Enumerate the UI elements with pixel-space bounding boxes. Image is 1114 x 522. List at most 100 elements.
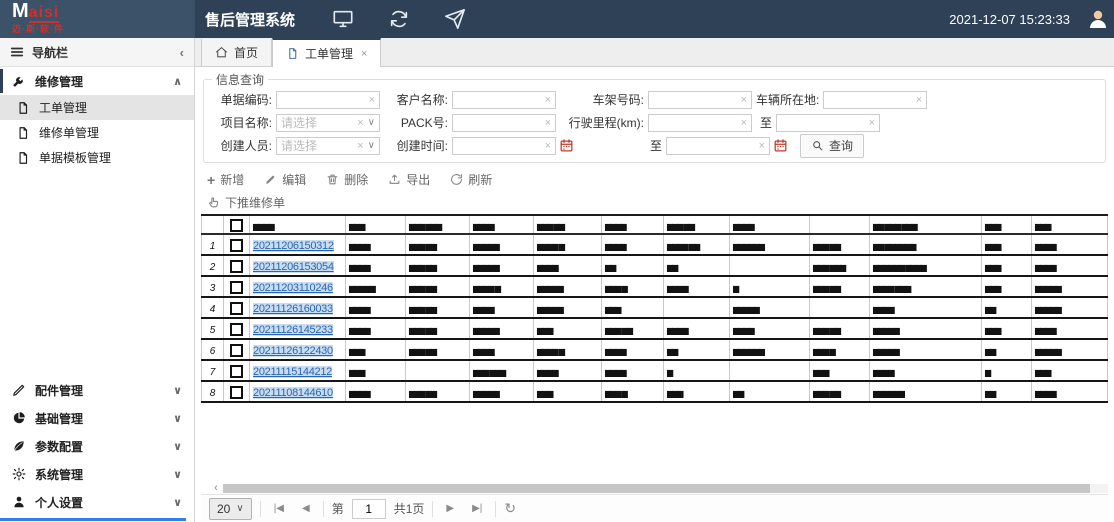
clear-icon[interactable]: ×	[869, 117, 875, 129]
redacted-text: ▆▆▆▆ ▆	[537, 347, 564, 356]
order-link[interactable]: 20211108144610	[253, 387, 333, 399]
table-cell: ▆▆▆▆	[870, 360, 982, 381]
user-avatar-icon[interactable]	[1086, 7, 1110, 31]
tab-work-order-management[interactable]: 工单管理×	[272, 38, 381, 67]
project-name-input[interactable]: 请选择×∨	[276, 114, 380, 132]
sidebar-item-repair-order-management[interactable]: 维修单管理	[0, 120, 194, 145]
sidebar-item-label: 参数配置	[35, 438, 83, 455]
query-button[interactable]: 查询	[800, 134, 864, 158]
order-code-input[interactable]: ×	[276, 91, 380, 109]
next-page-button[interactable]: ▶	[441, 503, 459, 514]
scroll-left-icon[interactable]: ‹	[209, 483, 223, 493]
clear-icon[interactable]: ×	[357, 117, 363, 129]
delete-button[interactable]: 删除	[326, 171, 368, 188]
sidebar-group-parts-management[interactable]: 配件管理∨	[0, 376, 194, 404]
clear-icon[interactable]: ×	[759, 140, 765, 152]
send-icon[interactable]	[444, 8, 466, 30]
clear-icon[interactable]: ×	[545, 94, 551, 106]
scrollbar-thumb[interactable]	[223, 484, 1090, 493]
scrollbar-track[interactable]	[223, 484, 1108, 493]
sync-icon[interactable]	[388, 8, 410, 30]
redacted-text: ▆▆▆	[985, 326, 1000, 335]
sidebar-item-document-template-management[interactable]: 单据模板管理	[0, 145, 194, 170]
clear-icon[interactable]: ×	[357, 140, 363, 152]
clear-icon[interactable]: ×	[545, 140, 551, 152]
order-link[interactable]: 20211126122430	[253, 345, 333, 357]
export-button[interactable]: 导出	[388, 171, 430, 188]
page-number-input[interactable]	[352, 499, 386, 519]
tab-home[interactable]: 首页	[201, 39, 272, 66]
order-link[interactable]: 20211206153054	[253, 261, 334, 273]
calendar-icon	[559, 138, 574, 153]
order-link[interactable]: 20211203110246	[253, 282, 333, 294]
sidebar-group-parameter-config[interactable]: 参数配置∨	[0, 432, 194, 460]
order-link[interactable]: 20211126160033	[253, 303, 333, 315]
redacted-text: ▆▆▆▆	[667, 326, 688, 335]
add-button[interactable]: +新增	[207, 171, 244, 188]
search-icon	[811, 139, 824, 152]
order-link[interactable]: 20211115144212	[253, 366, 332, 378]
table-row[interactable]: 820211108144610▆▆▆▆▆▆▆ ▆▆▆▆▆▆▆▆▆▆▆▆▆ ▆▆▆…	[202, 381, 1108, 402]
table-row[interactable]: 120211206150312▆▆▆▆▆▆▆ ▆▆▆▆▆▆▆▆▆▆▆ ▆▆▆▆▆…	[202, 234, 1108, 255]
vehicle-location-input[interactable]: ×	[823, 91, 927, 109]
row-checkbox[interactable]	[230, 260, 243, 273]
customer-name-input[interactable]: ×	[452, 91, 556, 109]
sidebar-item-work-order-management[interactable]: 工单管理	[0, 95, 194, 120]
table-row[interactable]: 320211203110246▆▆▆▆▆▆▆▆ ▆▆▆▆▆▆ ▆▆▆▆▆▆▆▆▆…	[202, 276, 1108, 297]
create-time-from-input[interactable]: ×	[452, 137, 556, 155]
clear-icon[interactable]: ×	[741, 94, 747, 106]
table-cell: ▆▆▆▆	[346, 255, 406, 276]
clear-icon[interactable]: ×	[741, 117, 747, 129]
prev-page-button[interactable]: ◀	[297, 503, 315, 514]
chevron-down-icon: ∨	[173, 384, 182, 397]
sidebar-group-basic-management[interactable]: 基础管理∨	[0, 404, 194, 432]
clear-icon[interactable]: ×	[916, 94, 922, 106]
sidebar-group-personal-settings[interactable]: 个人设置∨	[0, 488, 194, 516]
page-size-select[interactable]: 20∨	[209, 498, 252, 520]
first-page-button[interactable]: |◀	[269, 503, 289, 514]
mileage-from-input[interactable]: ×	[648, 114, 752, 132]
sidebar-group-system-management[interactable]: 系统管理∨	[0, 460, 194, 488]
edit-button[interactable]: 编辑	[264, 171, 306, 188]
row-checkbox[interactable]	[230, 386, 243, 399]
row-checkbox[interactable]	[230, 281, 243, 294]
clear-icon[interactable]: ×	[369, 94, 375, 106]
row-number-cell: 7	[202, 360, 224, 381]
refresh-button[interactable]: 刷新	[450, 171, 492, 188]
last-page-button[interactable]: ▶|	[467, 503, 487, 514]
create-time-to-input[interactable]: ×	[666, 137, 770, 155]
redacted-text: ▆▆▆▆	[473, 222, 494, 231]
vin-code-input[interactable]: ×	[648, 91, 752, 109]
order-link[interactable]: 20211206150312	[253, 240, 334, 252]
push-repair-order-button[interactable]: 下推维修单	[207, 194, 285, 211]
creator-input[interactable]: 请选择×∨	[276, 137, 380, 155]
redacted-text: ▆▆▆ ▆▆	[409, 284, 436, 293]
chevron-down-icon[interactable]: ∨	[368, 140, 375, 151]
sidebar-group-repair-management[interactable]: 维修管理∧	[0, 67, 194, 95]
collapse-sidebar-icon[interactable]: ‹	[180, 45, 184, 60]
table-row[interactable]: 620211126122430▆▆▆▆▆▆ ▆▆▆▆▆▆▆▆▆▆ ▆▆▆▆▆▆▆…	[202, 339, 1108, 360]
button-label: 新增	[220, 171, 244, 188]
row-checkbox[interactable]	[230, 239, 243, 252]
row-checkbox[interactable]	[230, 344, 243, 357]
order-link[interactable]: 20211126145233	[253, 324, 333, 336]
column-header: ▆▆▆	[982, 215, 1032, 234]
row-checkbox[interactable]	[230, 323, 243, 336]
table-cell: ▆▆▆ ▆▆	[810, 234, 870, 255]
pack-no-input[interactable]: ×	[452, 114, 556, 132]
close-icon[interactable]: ×	[361, 48, 367, 60]
select-all-checkbox[interactable]	[230, 219, 243, 232]
redacted-text: ▆▆▆▆▆▆	[873, 389, 904, 398]
clear-icon[interactable]: ×	[545, 117, 551, 129]
chevron-down-icon[interactable]: ∨	[368, 117, 375, 128]
mileage-to-input[interactable]: ×	[776, 114, 880, 132]
table-row[interactable]: 220211206153054▆▆▆▆▆▆▆ ▆▆▆▆▆▆▆▆▆▆▆▆▆▆▆▆▆…	[202, 255, 1108, 276]
row-checkbox[interactable]	[230, 302, 243, 315]
table-row[interactable]: 720211115144212▆▆▆▆▆▆ ▆▆▆▆▆▆▆▆▆▆▆▆▆▆▆▆▆▆…	[202, 360, 1108, 381]
table-row[interactable]: 520211126145233▆▆▆▆▆▆▆ ▆▆▆▆▆▆▆▆▆▆▆▆▆ ▆▆▆…	[202, 318, 1108, 339]
redacted-text: ▆▆▆▆	[605, 347, 626, 356]
table-row[interactable]: 420211126160033▆▆▆▆▆▆▆ ▆▆▆▆▆▆▆▆▆▆▆▆▆▆▆▆▆…	[202, 297, 1108, 318]
monitor-icon[interactable]	[332, 8, 354, 30]
row-checkbox[interactable]	[230, 365, 243, 378]
reload-icon[interactable]: ↻	[504, 500, 516, 517]
